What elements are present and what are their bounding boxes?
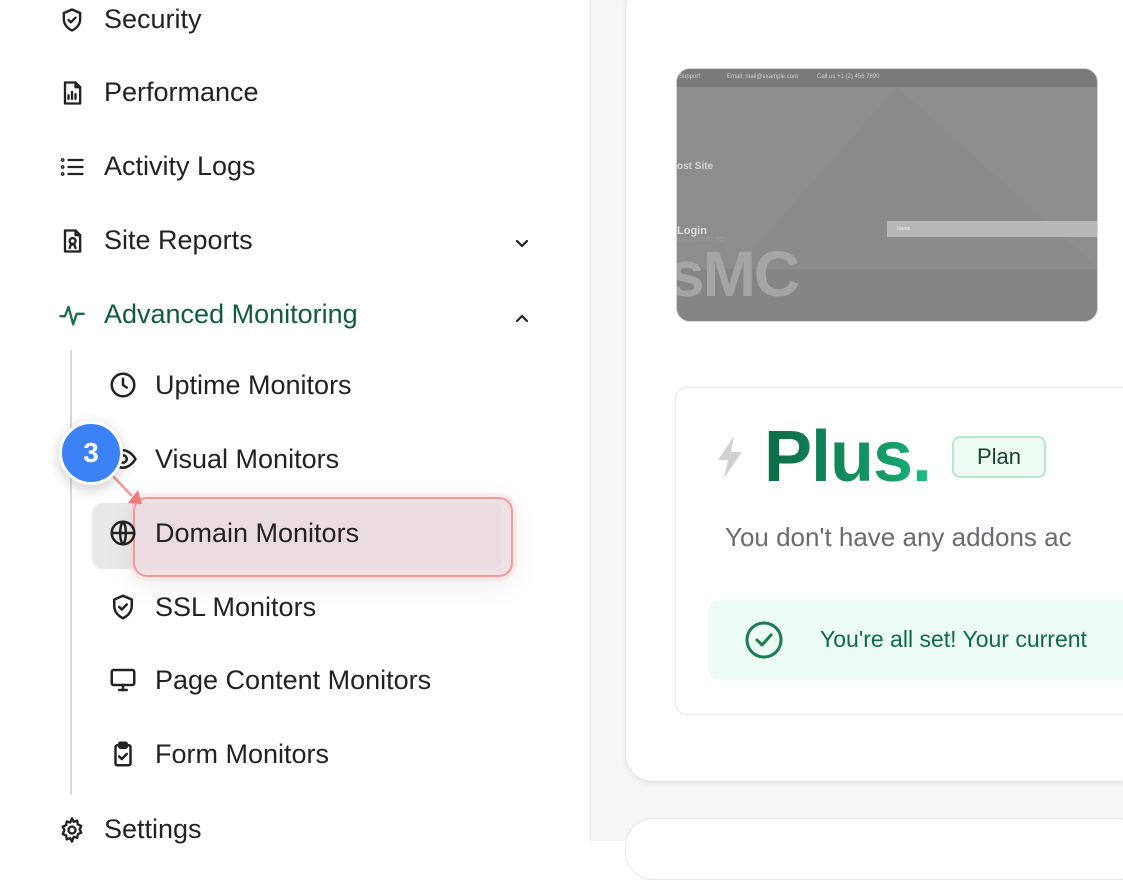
- shield-check-icon: [57, 5, 87, 35]
- preview-support-text: Support: [679, 74, 701, 80]
- sidebar-item-label: Site Reports: [104, 225, 253, 255]
- plan-title: Plus.: [764, 417, 932, 497]
- tutorial-arrow: [110, 473, 142, 504]
- sidebar-item-ssl-monitors[interactable]: SSL Monitors: [107, 591, 316, 623]
- sidebar-item-label: Settings: [104, 814, 202, 844]
- sidebar-item-label: Activity Logs: [104, 151, 256, 181]
- sidebar-item-label: Security: [104, 4, 202, 34]
- sidebar-item-security[interactable]: Security: [57, 4, 202, 35]
- sidebar-item-label: Advanced Monitoring: [104, 299, 358, 329]
- secondary-card: [625, 818, 1123, 880]
- globe-icon: [107, 517, 139, 549]
- success-message: You're all set! Your current: [820, 626, 1087, 652]
- preview-call-text: Call us +1 (2) 456 7890: [817, 74, 880, 80]
- site-preview-thumbnail[interactable]: Support Email: mail@example.com Call us …: [676, 68, 1098, 322]
- addons-message: You don't have any addons ac: [725, 522, 1072, 552]
- success-banner: You're all set! Your current: [708, 600, 1123, 680]
- sidebar-item-advanced-monitoring[interactable]: Advanced Monitoring: [57, 299, 358, 330]
- chevron-up-icon[interactable]: [512, 308, 532, 328]
- sidebar-item-site-reports[interactable]: Site Reports: [57, 225, 253, 256]
- sidebar-item-label: SSL Monitors: [155, 591, 317, 622]
- clipboard-check-icon: [107, 738, 139, 770]
- sidebar-item-page-content-monitors[interactable]: Page Content Monitors: [107, 664, 431, 696]
- sidebar-item-label: Performance: [104, 77, 259, 107]
- preview-site-title: ost Site: [677, 161, 714, 172]
- sidebar-item-label: Domain Monitors: [155, 517, 360, 548]
- sidebar-item-performance[interactable]: Performance: [57, 77, 259, 108]
- preview-name-field: Name: [887, 221, 1097, 237]
- preview-email-text: Email: mail@example.com: [727, 74, 799, 80]
- sidebar: Security Performance Activity Logs Site …: [0, 0, 590, 844]
- check-circle-icon: [745, 621, 783, 659]
- sidebar-item-label: Uptime Monitors: [155, 369, 352, 400]
- preview-logo-text: sMC: [676, 238, 800, 310]
- lightning-icon: [718, 436, 742, 478]
- sidebar-item-label: Page Content Monitors: [155, 664, 432, 695]
- monitor-icon: [107, 664, 139, 696]
- submenu-guide-line: [70, 350, 72, 795]
- sidebar-item-label: Form Monitors: [155, 738, 330, 769]
- sidebar-item-uptime-monitors[interactable]: Uptime Monitors: [107, 369, 352, 401]
- preview-topbar: Support Email: mail@example.com Call us …: [677, 69, 1097, 87]
- sidebar-item-label: Visual Monitors: [155, 443, 340, 474]
- file-chart-icon: [57, 78, 87, 108]
- list-icon: [57, 152, 87, 182]
- sidebar-item-form-monitors[interactable]: Form Monitors: [107, 738, 329, 770]
- preview-login-label: Login: [677, 225, 707, 237]
- file-badge-icon: [57, 226, 87, 256]
- sidebar-item-activity-logs[interactable]: Activity Logs: [57, 151, 256, 182]
- clock-icon: [107, 369, 139, 401]
- sidebar-item-settings[interactable]: Settings: [57, 814, 202, 845]
- chevron-down-icon[interactable]: [512, 234, 532, 254]
- gear-icon: [57, 815, 87, 845]
- shield-check-icon: [107, 591, 139, 623]
- activity-icon: [57, 300, 87, 330]
- tutorial-step-badge: 3: [59, 421, 123, 485]
- plan-tag: Plan: [952, 436, 1046, 478]
- sidebar-item-domain-monitors[interactable]: Domain Monitors: [107, 517, 359, 549]
